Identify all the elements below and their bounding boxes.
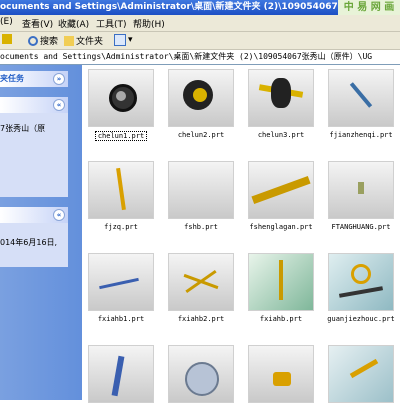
up-folder-button[interactable] [2, 34, 14, 44]
file-item[interactable]: fshenglagan.prt [245, 161, 317, 231]
modified-date: 014年6月16日, [0, 238, 58, 247]
search-label: 搜索 [40, 37, 59, 47]
info-panel: « 014年6月16日, [0, 207, 68, 267]
search-icon [28, 35, 38, 46]
part-thumbnail [328, 345, 394, 403]
up-arrow-icon [2, 34, 12, 44]
file-name: FTANGHUANG.prt [331, 223, 391, 231]
file-item[interactable]: fjianzhenqi.prt [325, 69, 397, 139]
views-icon [114, 34, 126, 46]
address-bar[interactable]: ocuments and Settings\Administrator\桌面\新… [0, 50, 400, 65]
part-thumbnail [328, 253, 394, 311]
file-name: guanjiezhouc.prt [327, 315, 395, 323]
menu-help[interactable]: 帮助(H) [133, 17, 165, 30]
task-pane: 夹任务 » « 7张秀山（原 « 014年6月16日, [0, 65, 82, 400]
file-item[interactable]: fshb.prt [165, 161, 237, 231]
details-panel: « 7张秀山（原 [0, 97, 68, 197]
file-item[interactable]: fxiahb.prt [245, 253, 317, 323]
folders-label: 文件夹 [76, 37, 104, 47]
file-name: fxiahb2.prt [177, 315, 225, 323]
file-item[interactable]: fxiahb1.prt [85, 253, 157, 323]
folder-tasks-header[interactable]: 夹任务 » [0, 71, 68, 87]
menu-tools[interactable]: 工具(T) [96, 17, 127, 30]
search-button[interactable]: 搜索 [28, 34, 58, 47]
collapse-icon[interactable]: « [53, 209, 65, 221]
file-item[interactable]: chelun2.prt [165, 69, 237, 139]
file-name: chelun3.prt [257, 131, 305, 139]
folder-icon [64, 35, 74, 46]
file-name: fjianzhenqi.prt [329, 131, 393, 139]
file-name: fshb.prt [184, 223, 218, 231]
chevron-down-icon: ▾ [128, 35, 133, 45]
views-button[interactable]: ▾ [114, 34, 133, 46]
file-name: fjzq.prt [104, 223, 138, 231]
tire-thumbnail [88, 69, 154, 127]
wheel-thumbnail [248, 69, 314, 127]
part-thumbnail [248, 161, 314, 219]
part-thumbnail [88, 161, 154, 219]
file-name: fxiahb.prt [259, 315, 303, 323]
part-thumbnail [328, 69, 394, 127]
part-thumbnail [168, 161, 234, 219]
part-thumbnail [88, 345, 154, 403]
file-item[interactable] [85, 345, 157, 403]
brand-logo: 中 易 网 画 [338, 0, 400, 15]
file-item[interactable]: fjzq.prt [85, 161, 157, 231]
details-header[interactable]: « [0, 97, 68, 113]
toolbar: 搜索 文件夹 ▾ [0, 32, 400, 50]
file-name: chelun2.prt [177, 131, 225, 139]
file-item[interactable] [325, 345, 397, 403]
part-thumbnail [168, 253, 234, 311]
file-item[interactable]: guanjiezhouc.prt [325, 253, 397, 323]
folders-button[interactable]: 文件夹 [64, 34, 103, 47]
info-header[interactable]: « [0, 207, 68, 223]
file-item[interactable] [165, 345, 237, 403]
file-item[interactable]: chelun3.prt [245, 69, 317, 139]
part-thumbnail [88, 253, 154, 311]
file-grid: chelun1.prt chelun2.prt chelun3.prt fjia… [82, 65, 400, 403]
menu-bar: (E) 查看(V) 收藏(A) 工具(T) 帮助(H) [0, 15, 400, 32]
details-name: 7张秀山（原 [0, 124, 46, 133]
file-name: chelun1.prt [94, 131, 148, 141]
title-bar: ocuments and Settings\Administrator\桌面\新… [0, 0, 400, 15]
part-thumbnail [248, 253, 314, 311]
collapse-icon[interactable]: « [53, 99, 65, 111]
folder-tasks-panel: 夹任务 » [0, 71, 68, 87]
file-item[interactable]: chelun1.prt [85, 69, 157, 141]
file-item[interactable] [245, 345, 317, 403]
file-name: fxiahb1.prt [97, 315, 145, 323]
folder-tasks-title: 夹任务 [0, 74, 24, 83]
part-thumbnail [328, 161, 394, 219]
menu-favorites[interactable]: 收藏(A) [58, 17, 89, 30]
window-title: ocuments and Settings\Administrator\桌面\新… [0, 2, 392, 12]
part-thumbnail [248, 345, 314, 403]
file-item[interactable]: fxiahb2.prt [165, 253, 237, 323]
file-name: fshenglagan.prt [249, 223, 313, 231]
collapse-icon[interactable]: » [53, 73, 65, 85]
file-item[interactable]: FTANGHUANG.prt [325, 161, 397, 231]
part-thumbnail [168, 345, 234, 403]
tire-thumbnail [168, 69, 234, 127]
menu-view[interactable]: 查看(V) [22, 17, 53, 30]
menu-edit[interactable]: (E) [0, 17, 13, 27]
